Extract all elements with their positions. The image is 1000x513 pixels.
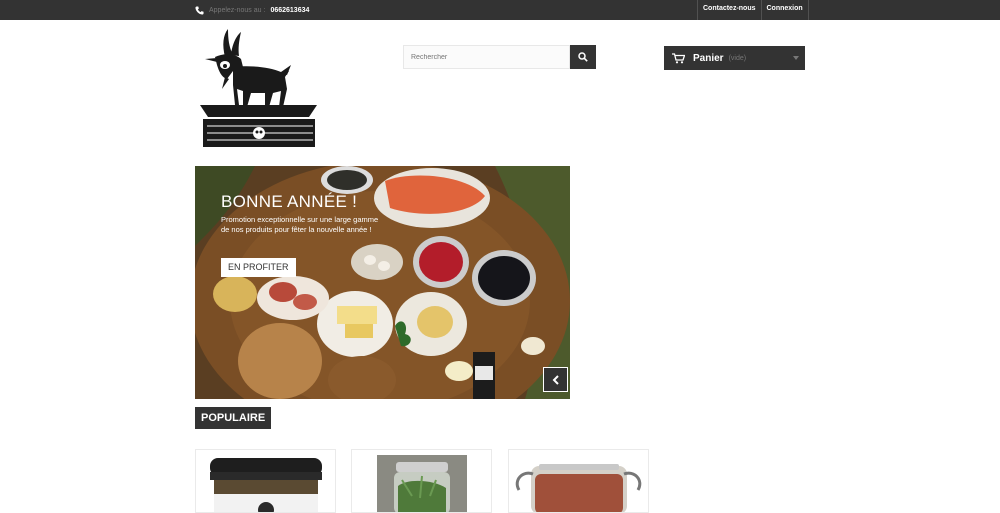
cart-icon [672, 52, 685, 63]
product-image [210, 458, 322, 512]
product-card[interactable] [351, 449, 492, 513]
contact-link[interactable]: Contactez-nous [697, 0, 761, 20]
slide-cta-button[interactable]: EN PROFITER [221, 258, 296, 277]
search-input[interactable] [403, 45, 570, 69]
top-links: Contactez-nous Connexion [697, 0, 809, 20]
slide-text: Promotion exceptionnelle sur une large g… [221, 215, 379, 234]
slide-title: BONNE ANNÉE ! [221, 192, 358, 211]
phone-icon [195, 5, 204, 15]
product-card[interactable] [508, 449, 649, 513]
product-image [515, 464, 642, 512]
phone-label: Appelez-nous au : [209, 6, 266, 14]
product-card[interactable] [195, 449, 336, 513]
search-icon [578, 52, 588, 62]
chevron-down-icon [793, 56, 799, 60]
chevron-left-icon [552, 374, 559, 385]
cart-status: (vide) [728, 54, 747, 62]
tab-populaire[interactable]: POPULAIRE [195, 407, 272, 429]
goat-logo[interactable] [195, 27, 325, 149]
top-bar: Appelez-nous au : 0662613634 Contactez-n… [0, 0, 1000, 20]
search-bar [403, 45, 596, 69]
slide-caption: BONNE ANNÉE ! Promotion exceptionnelle s… [221, 192, 391, 235]
phone-number[interactable]: 0662613634 [270, 7, 309, 14]
login-link[interactable]: Connexion [760, 0, 809, 20]
phone-contact: Appelez-nous au : 0662613634 [195, 0, 309, 20]
homepage-slider[interactable]: BONNE ANNÉE ! Promotion exceptionnelle s… [195, 166, 570, 399]
cart-button[interactable]: Panier (vide) [664, 46, 805, 70]
product-image [377, 455, 467, 512]
slider-prev-button[interactable] [543, 367, 568, 392]
cart-label: Panier [693, 52, 724, 64]
search-button[interactable] [570, 45, 596, 69]
